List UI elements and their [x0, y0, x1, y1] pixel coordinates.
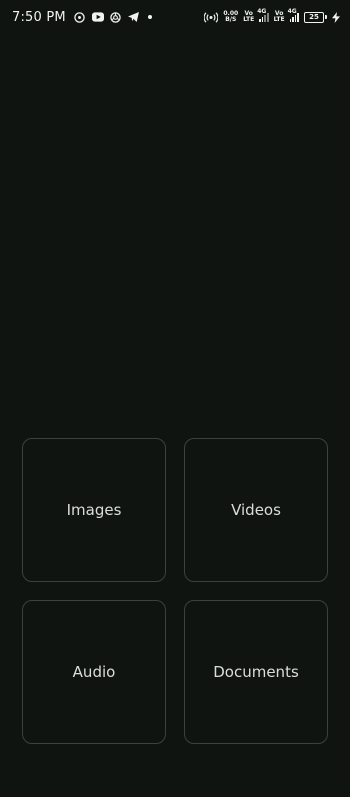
sim1-volte-bottom: LTE — [243, 16, 255, 23]
status-bar-left: 7:50 PM — [12, 10, 152, 25]
sim1-volte-indicator: Vo LTE — [243, 11, 254, 23]
battery-level: 25 — [304, 11, 324, 23]
app-screen: 7:50 PM 0.00 B/S Vo LTE 4G Vo LTE 4G 25 … — [0, 0, 350, 797]
status-time: 7:50 PM — [12, 9, 66, 25]
sim2-network-type: 4G — [287, 8, 297, 15]
sim1-signal-icon: 4G — [257, 8, 269, 22]
sim1-network-type: 4G — [257, 8, 267, 15]
audio-label: Audio — [72, 663, 116, 681]
documents-label: Documents — [213, 663, 299, 681]
status-bar: 7:50 PM 0.00 B/S Vo LTE 4G Vo LTE 4G 25 — [0, 0, 350, 34]
network-speed: 0.00 B/S — [223, 11, 238, 23]
chrome-icon — [110, 11, 122, 23]
documents-tile[interactable]: Documents — [184, 600, 328, 744]
telegram-icon — [128, 11, 140, 23]
audio-tile[interactable]: Audio — [22, 600, 166, 744]
sim2-volte-indicator: Vo LTE — [274, 11, 285, 23]
location-pin-icon — [74, 11, 86, 23]
videos-label: Videos — [231, 501, 281, 519]
charging-bolt-icon — [332, 11, 340, 23]
sim2-signal-icon: 4G — [288, 8, 299, 22]
status-bar-right: 0.00 B/S Vo LTE 4G Vo LTE 4G 25 — [204, 8, 340, 23]
youtube-icon — [91, 11, 104, 23]
more-notifications-dot — [147, 15, 152, 19]
battery-icon: 25 — [304, 11, 327, 23]
network-speed-unit: B/S — [225, 16, 237, 23]
images-tile[interactable]: Images — [22, 438, 166, 582]
images-label: Images — [66, 501, 122, 519]
sim2-volte-bottom: LTE — [273, 16, 285, 23]
videos-tile[interactable]: Videos — [184, 438, 328, 582]
hotspot-icon — [204, 11, 219, 23]
